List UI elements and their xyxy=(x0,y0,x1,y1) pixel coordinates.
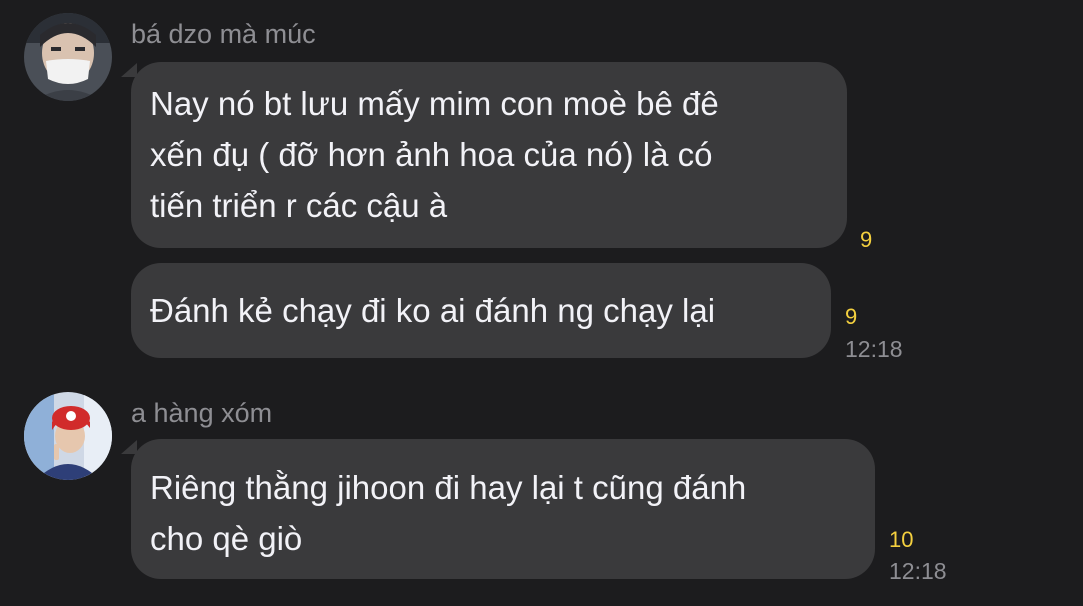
bubble-tail xyxy=(121,440,137,454)
unread-count: 9 xyxy=(860,227,873,252)
bubble-tail xyxy=(121,63,137,77)
avatar-masked-person-icon[interactable] xyxy=(24,13,112,101)
message-line: Nay nó bt lưu mấy mim con moè bê đê xyxy=(150,85,719,122)
message-line: cho qè giò xyxy=(150,520,303,557)
message-bubble[interactable]: Riêng thằng jihoon đi hay lại t cũng đán… xyxy=(131,439,875,579)
chat-view: bá dzo mà múc Nay nó bt lưu mấy mim con … xyxy=(0,0,1083,606)
message-timestamp: 12:18 xyxy=(845,336,903,362)
message-line: Riêng thằng jihoon đi hay lại t cũng đán… xyxy=(150,469,747,506)
message-bubble[interactable]: Đánh kẻ chạy đi ko ai đánh ng chạy lại xyxy=(131,263,831,358)
message-bubble[interactable]: Nay nó bt lưu mấy mim con moè bê đê xến … xyxy=(131,62,847,248)
message-line: Đánh kẻ chạy đi ko ai đánh ng chạy lại xyxy=(150,292,716,329)
sender-name: a hàng xóm xyxy=(131,398,273,428)
message-line: tiến triển r các cậu à xyxy=(150,187,448,224)
avatar-red-cap-person-icon[interactable] xyxy=(24,392,112,480)
message-timestamp: 12:18 xyxy=(889,558,947,584)
message-line: xến đụ ( đỡ hơn ảnh hoa của nó) là có xyxy=(150,136,713,173)
sender-name: bá dzo mà múc xyxy=(131,19,316,49)
unread-count: 10 xyxy=(889,527,914,552)
unread-count: 9 xyxy=(845,304,858,329)
